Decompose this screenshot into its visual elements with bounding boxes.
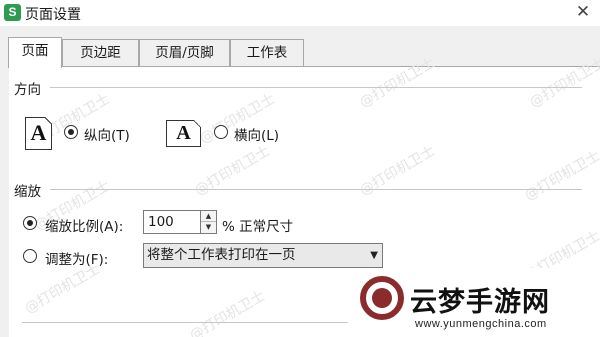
landscape-page-icon: A — [166, 120, 201, 147]
title-bar: S 页面设置 ✕ — [0, 0, 600, 26]
landscape-label[interactable]: 横向(L) — [234, 124, 279, 144]
tab-bar: 页面 页边距 页眉/页脚 工作表 — [0, 37, 600, 68]
bottom-divider — [22, 322, 352, 323]
page-fold-icon — [194, 120, 201, 127]
scale-spinner[interactable]: ▲ ▼ — [201, 210, 217, 234]
scale-radio[interactable] — [23, 216, 37, 230]
landscape-page-glyph: A — [176, 122, 191, 144]
tab-sheet[interactable]: 工作表 — [230, 39, 304, 67]
orientation-divider — [50, 87, 582, 88]
portrait-radio[interactable] — [64, 125, 78, 139]
tab-page[interactable]: 页面 — [8, 37, 62, 68]
page-fold-icon — [45, 117, 52, 124]
fit-label[interactable]: 调整为(F): — [45, 248, 108, 268]
tab-margins[interactable]: 页边距 — [62, 39, 139, 67]
close-button[interactable]: ✕ — [572, 1, 594, 23]
scale-input[interactable]: 100 — [143, 210, 201, 234]
scaling-section-title: 缩放 — [14, 184, 41, 200]
app-icon: S — [4, 4, 21, 21]
scale-suffix: % 正常尺寸 — [222, 219, 294, 235]
portrait-label[interactable]: 纵向(T) — [84, 124, 130, 144]
scaling-divider — [50, 189, 582, 190]
fit-dropdown[interactable]: 将整个工作表打印在一页 ▼ — [143, 243, 383, 268]
fit-dropdown-value: 将整个工作表打印在一页 — [147, 247, 296, 263]
promo-url: www.yunmengchina.com — [415, 318, 547, 330]
portrait-page-icon: A — [25, 117, 52, 150]
orientation-section-title: 方向 — [14, 82, 41, 98]
tab-header-footer[interactable]: 页眉/页脚 — [139, 39, 230, 67]
promo-logo-icon — [360, 276, 404, 320]
dropdown-arrow-icon[interactable]: ▼ — [370, 244, 378, 267]
scale-label[interactable]: 缩放比例(A): — [45, 215, 123, 235]
fit-radio[interactable] — [23, 249, 37, 263]
spin-up-icon[interactable]: ▲ — [201, 211, 216, 222]
promo-name: 云梦手游网 — [410, 287, 550, 318]
landscape-radio[interactable] — [214, 125, 228, 139]
dialog-title: 页面设置 — [25, 7, 81, 23]
spin-down-icon[interactable]: ▼ — [201, 222, 216, 233]
